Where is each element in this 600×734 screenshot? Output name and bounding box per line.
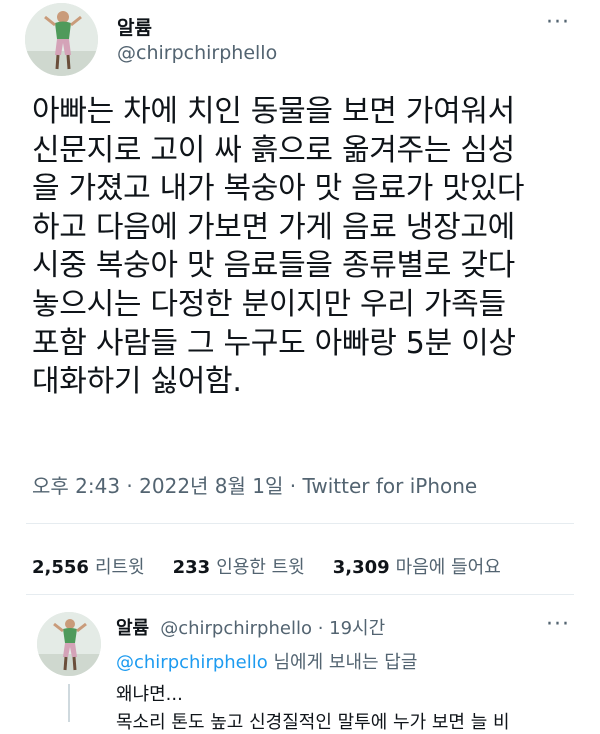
avatar-image: [25, 3, 98, 76]
quotes-stat[interactable]: 233 인용한 트윗: [173, 553, 305, 579]
reply-avatar[interactable]: [37, 612, 101, 676]
tweet-timestamp[interactable]: 오후 2:43 · 2022년 8월 1일 · Twitter for iPho…: [32, 470, 477, 499]
quotes-label: 인용한 트윗: [216, 557, 305, 578]
retweets-stat[interactable]: 2,556 리트윗: [32, 553, 145, 579]
tweet-text: 아빠는 차에 치인 동물을 보면 가여워서 신문지로 고이 싸 흙으로 옮겨주는…: [32, 94, 525, 400]
replying-to-link[interactable]: @chirpchirphello: [116, 652, 268, 673]
replying-to-suffix: 님에게 보내는 답글: [267, 652, 418, 673]
quotes-count: 233: [172, 557, 211, 578]
display-name[interactable]: 알륨: [117, 13, 152, 40]
reply-header: 알륨 @chirpchirphello · 19시간: [116, 614, 385, 640]
replying-to: @chirpchirphello 님에게 보내는 답글: [116, 648, 417, 674]
engagement-stats: 2,556 리트윗 233 인용한 트윗 3,309 마음에 들어요: [32, 553, 501, 579]
retweets-count: 2,556: [32, 557, 89, 578]
user-handle[interactable]: @chirpchirphello: [117, 42, 277, 64]
reply-handle-time[interactable]: @chirpchirphello · 19시간: [160, 618, 385, 639]
reply-more-options-icon[interactable]: ···: [546, 612, 570, 637]
divider: [26, 594, 574, 595]
retweets-label: 리트윗: [94, 557, 145, 578]
more-options-icon[interactable]: ···: [546, 10, 570, 35]
avatar-image: [37, 612, 101, 676]
reply-display-name[interactable]: 알륨: [116, 618, 149, 639]
reply-text-line: 목소리 톤도 높고 신경질적인 말투에 누가 보면 늘 비: [116, 712, 510, 733]
likes-count: 3,309: [332, 557, 390, 578]
thread-line: [68, 684, 70, 722]
likes-label: 마음에 들어요: [395, 557, 501, 578]
avatar[interactable]: [25, 3, 98, 76]
reply-text-line: 왜냐면...: [116, 684, 183, 705]
likes-stat[interactable]: 3,309 마음에 들어요: [333, 553, 501, 579]
divider: [26, 523, 574, 524]
